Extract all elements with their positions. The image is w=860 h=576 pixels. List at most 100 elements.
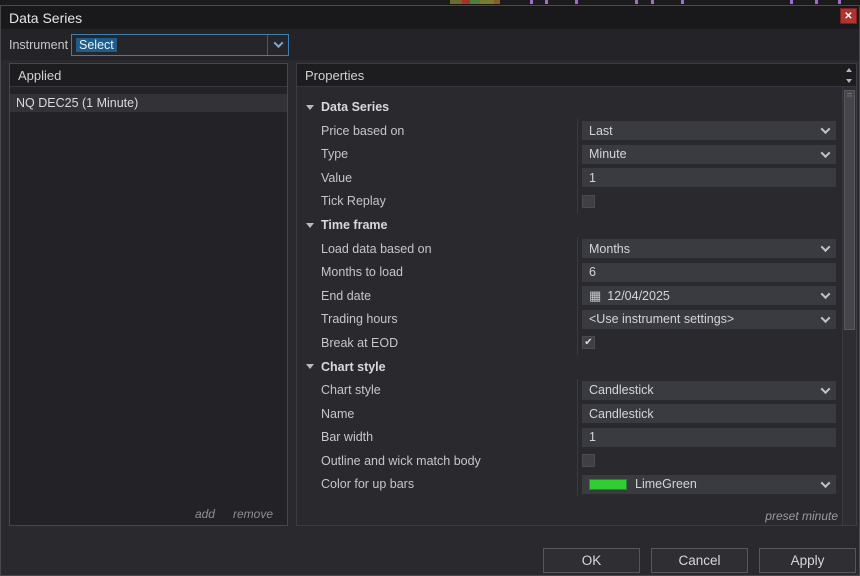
- background-tick: [790, 0, 793, 4]
- applied-list-item[interactable]: NQ DEC25 (1 Minute): [10, 94, 287, 112]
- chevron-down-icon: [821, 384, 831, 394]
- section-header-time-frame[interactable]: Time frame: [297, 213, 842, 237]
- chevron-down-icon: [821, 289, 831, 299]
- property-row: Chart styleCandlestick: [297, 379, 842, 403]
- background-tick: [530, 0, 533, 4]
- property-value: LimeGreen: [635, 477, 697, 491]
- instrument-row: Instrument Select: [1, 29, 859, 60]
- property-control: Minute: [577, 143, 842, 167]
- property-value: 6: [589, 265, 596, 279]
- outline-and-wick-match-body-checkbox[interactable]: [582, 454, 595, 467]
- instrument-select-value: Select: [72, 35, 267, 55]
- property-label: Price based on: [297, 124, 577, 138]
- applied-footer: add remove: [195, 507, 273, 521]
- property-row: Tick Replay: [297, 190, 842, 214]
- cancel-button[interactable]: Cancel: [651, 548, 748, 573]
- property-control: 1: [577, 426, 842, 450]
- properties-header-label: Properties: [305, 68, 364, 83]
- property-value: 1: [589, 430, 596, 444]
- properties-grid: Data Series Price based on Last TypeMinute V…: [297, 87, 842, 507]
- ok-button[interactable]: OK: [543, 548, 640, 573]
- background-tick: [635, 0, 638, 4]
- property-value: Candlestick: [589, 383, 654, 397]
- trading-hours-dropdown[interactable]: <Use instrument settings>: [582, 310, 836, 329]
- property-label: Color for up bars: [297, 477, 577, 491]
- chevron-down-icon: [821, 313, 831, 323]
- title-bar[interactable]: Data Series ✕: [1, 6, 859, 29]
- property-value: Months: [589, 242, 630, 256]
- type-dropdown[interactable]: Minute: [582, 145, 836, 164]
- months-to-load-input[interactable]: 6: [582, 263, 836, 282]
- section-title: Time frame: [321, 218, 387, 232]
- property-value: Minute: [589, 147, 627, 161]
- property-control: [577, 190, 842, 214]
- property-control: Months: [577, 237, 842, 261]
- property-label: Value: [297, 171, 577, 185]
- break-at-eod-checkbox[interactable]: ✔: [582, 336, 595, 349]
- applied-panel: Applied NQ DEC25 (1 Minute) add remove: [9, 63, 288, 526]
- property-control: LimeGreen: [577, 473, 842, 497]
- dialog-title: Data Series: [9, 10, 82, 26]
- section-header-data-series[interactable]: Data Series: [297, 95, 842, 119]
- property-control: ✔: [577, 331, 842, 355]
- price-based-on-dropdown[interactable]: Last: [582, 121, 836, 140]
- property-control: ▦ 12/04/2025: [577, 284, 842, 308]
- property-row: Months to load 6: [297, 261, 842, 285]
- instrument-select[interactable]: Select: [71, 34, 289, 56]
- end-date-dropdown[interactable]: ▦ 12/04/2025: [582, 286, 836, 305]
- scrollbar-track[interactable]: [842, 87, 856, 525]
- instrument-selected-text: Select: [76, 38, 117, 52]
- property-label: Bar width: [297, 430, 577, 444]
- bar-width-input[interactable]: 1: [582, 428, 836, 447]
- chevron-down-icon: [273, 38, 283, 48]
- property-label: Break at EOD: [297, 336, 577, 350]
- property-control: Last: [577, 119, 842, 143]
- instrument-label: Instrument: [9, 38, 71, 52]
- property-row: Trading hours <Use instrument settings>: [297, 308, 842, 332]
- remove-link[interactable]: remove: [233, 507, 273, 521]
- color-swatch: [589, 479, 627, 490]
- scroll-down-button[interactable]: [842, 75, 856, 86]
- chevron-down-icon: [821, 124, 831, 134]
- property-label: Name: [297, 407, 577, 421]
- background-tick: [838, 0, 841, 4]
- background-candle: [494, 0, 500, 4]
- color-for-up-bars-dropdown[interactable]: LimeGreen: [582, 475, 836, 494]
- value-input[interactable]: 1: [582, 168, 836, 187]
- property-label: Trading hours: [297, 312, 577, 326]
- properties-panel: Properties Data Series Price based on Last…: [296, 63, 857, 526]
- property-label: Months to load: [297, 265, 577, 279]
- background-candle: [462, 0, 470, 4]
- scroll-up-button[interactable]: [842, 64, 856, 75]
- load-data-based-on-dropdown[interactable]: Months: [582, 239, 836, 258]
- screen: Data Series ✕ Instrument Select Applied …: [0, 0, 860, 576]
- apply-button[interactable]: Apply: [759, 548, 856, 573]
- calendar-icon: ▦: [589, 289, 601, 302]
- instrument-select-button[interactable]: [267, 35, 288, 55]
- scrollbar-thumb[interactable]: [844, 90, 855, 330]
- chart-style-dropdown[interactable]: Candlestick: [582, 381, 836, 400]
- property-row: End date▦12/04/2025: [297, 284, 842, 308]
- name-input[interactable]: Candlestick: [582, 404, 836, 423]
- data-series-dialog: Data Series ✕ Instrument Select Applied …: [0, 5, 860, 576]
- background-tick: [545, 0, 548, 4]
- property-label: Tick Replay: [297, 194, 577, 208]
- property-row: Color for up bars LimeGreen: [297, 473, 842, 497]
- section-header-chart-style[interactable]: Chart style: [297, 355, 842, 379]
- background-tick: [681, 0, 684, 4]
- close-button[interactable]: ✕: [840, 8, 857, 24]
- chevron-down-icon: [821, 148, 831, 158]
- add-link[interactable]: add: [195, 507, 215, 521]
- property-row: TypeMinute: [297, 143, 842, 167]
- property-row: Outline and wick match body: [297, 449, 842, 473]
- property-row: Price based on Last: [297, 119, 842, 143]
- collapse-arrow-icon: [306, 364, 314, 369]
- properties-scrollbar[interactable]: [842, 64, 856, 525]
- property-control: Candlestick: [577, 379, 842, 403]
- property-row: Break at EOD ✔: [297, 331, 842, 355]
- property-row: Name Candlestick: [297, 402, 842, 426]
- tick-replay-checkbox[interactable]: [582, 195, 595, 208]
- property-value: 12/04/2025: [607, 289, 670, 303]
- background-candle: [480, 0, 494, 4]
- applied-list: NQ DEC25 (1 Minute): [10, 94, 287, 112]
